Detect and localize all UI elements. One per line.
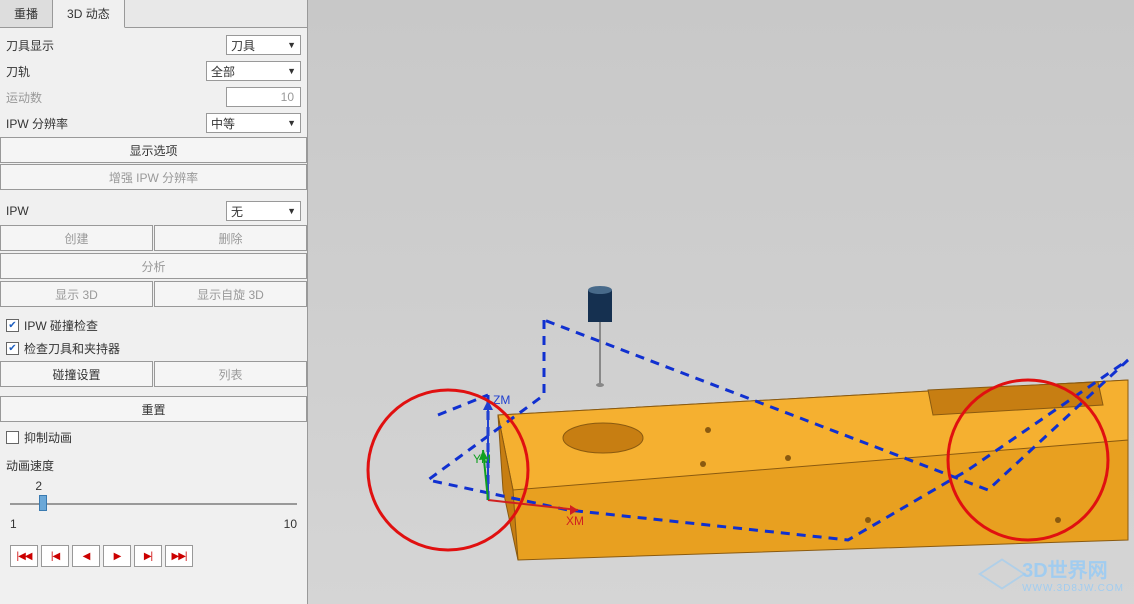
last-button[interactable]: ▶▶|	[165, 545, 193, 567]
select-trajectory[interactable]: 全部 ▼	[206, 61, 301, 81]
speed-slider[interactable]: 2	[10, 493, 297, 513]
slider-value: 2	[35, 479, 42, 493]
step-back-button[interactable]: ◀	[72, 545, 100, 567]
select-tool-display[interactable]: 刀具 ▼	[226, 35, 301, 55]
label-trajectory: 刀轨	[6, 63, 206, 80]
chevron-down-icon: ▼	[287, 40, 296, 50]
display-options-button[interactable]: 显示选项	[0, 137, 307, 163]
label-tool-display: 刀具显示	[6, 37, 226, 54]
collision-settings-button[interactable]: 碰撞设置	[0, 361, 153, 387]
checkbox-ipw-collision[interactable]: ✔	[6, 319, 19, 332]
select-ipw[interactable]: 无 ▼	[226, 201, 301, 221]
show-3d-button: 显示 3D	[0, 281, 153, 307]
3d-viewport[interactable]: XM YM ZM 3D世界网 WWW.3D8JW.COM	[308, 0, 1134, 604]
play-button[interactable]: ▶	[103, 545, 131, 567]
svg-text:YM: YM	[473, 452, 491, 466]
select-ipw-res[interactable]: 中等 ▼	[206, 113, 301, 133]
analyze-button: 分析	[0, 253, 307, 279]
label-ipw: IPW	[6, 204, 226, 218]
input-motion-count: 10	[226, 87, 301, 107]
tab-replay[interactable]: 重播	[0, 0, 53, 27]
label-ipw-res: IPW 分辨率	[6, 115, 206, 132]
label-tool-collision: 检查刀具和夹持器	[24, 340, 120, 357]
step-fwd-button[interactable]: ▶|	[134, 545, 162, 567]
label-suppress-anim: 抑制动画	[24, 429, 72, 446]
slider-max: 10	[284, 517, 297, 531]
tab-3d-dynamic[interactable]: 3D 动态	[53, 0, 125, 28]
watermark: 3D世界网 WWW.3D8JW.COM	[988, 554, 1124, 594]
prev-button[interactable]: |◀	[41, 545, 69, 567]
chevron-down-icon: ▼	[287, 206, 296, 216]
label-anim-speed: 动画速度	[6, 457, 301, 474]
show-spin-3d-button: 显示自旋 3D	[154, 281, 307, 307]
tool-holder	[588, 290, 612, 322]
checkbox-tool-collision[interactable]: ✔	[6, 342, 19, 355]
first-button[interactable]: |◀◀	[10, 545, 38, 567]
reset-button[interactable]: 重置	[0, 396, 307, 422]
create-button: 创建	[0, 225, 153, 251]
checkbox-suppress-anim[interactable]	[6, 431, 19, 444]
chevron-down-icon: ▼	[287, 118, 296, 128]
tool-panel: 重播 3D 动态 刀具显示 刀具 ▼ 刀轨 全部 ▼ 运动数 10 IPW 分辨…	[0, 0, 308, 604]
enhance-ipw-button: 增强 IPW 分辨率	[0, 164, 307, 190]
slider-thumb[interactable]	[39, 495, 47, 511]
scene-svg: XM YM ZM	[308, 0, 1134, 604]
chevron-down-icon: ▼	[287, 66, 296, 76]
slider-min: 1	[10, 517, 17, 531]
label-ipw-collision: IPW 碰撞检查	[24, 317, 98, 334]
label-motion-count: 运动数	[6, 89, 226, 106]
playback-controls: |◀◀ |◀ ◀ ▶ ▶| ▶▶|	[0, 541, 307, 571]
delete-button: 删除	[154, 225, 307, 251]
svg-text:XM: XM	[566, 514, 584, 528]
panel-tabs: 重播 3D 动态	[0, 0, 307, 28]
list-button: 列表	[154, 361, 307, 387]
hole	[563, 423, 643, 453]
